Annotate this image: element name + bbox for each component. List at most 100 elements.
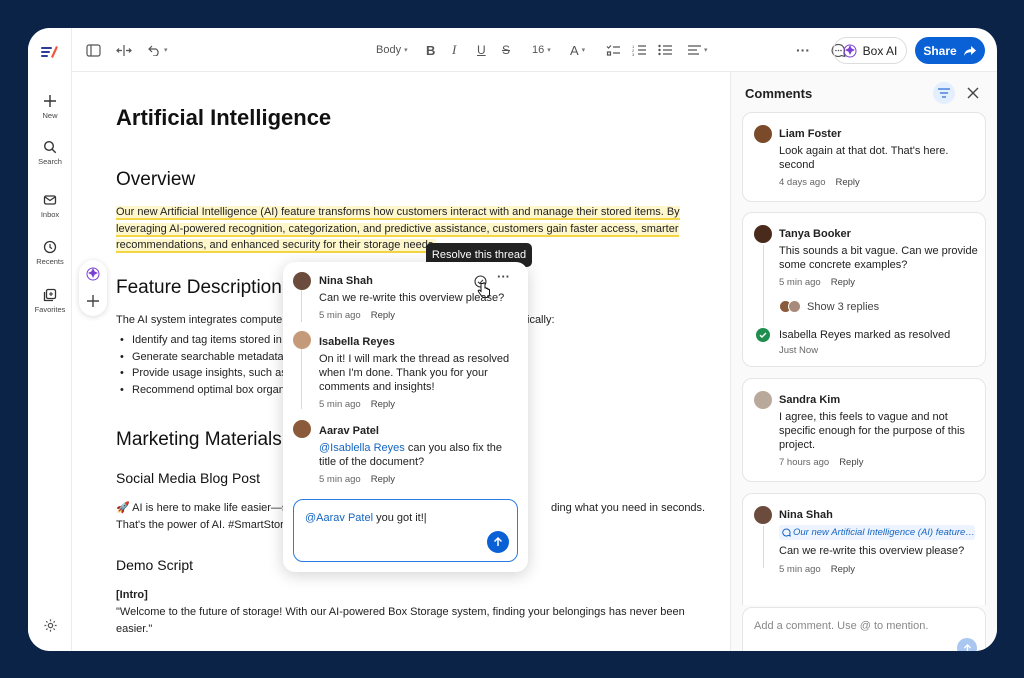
nav-search-label: Search [38,157,62,166]
feature-list: Identify and tag items stored in Generat… [116,332,284,398]
send-comment-button[interactable] [957,638,977,651]
draft-text: you got it!| [373,512,427,524]
undo-button[interactable]: ▾ [148,40,168,60]
comment-text: Look again at that dot. That's here. sec… [779,145,949,171]
reply-input[interactable]: @Aarav Patel you got it!| [293,499,518,562]
reply-link[interactable]: Reply [371,474,395,485]
resolved-check-icon [756,328,770,342]
blog-text-start: 🚀 AI is here to make life easier—sm [116,502,297,514]
more-icon: ··· [497,268,510,284]
align-left-icon [688,44,701,55]
close-icon[interactable] [964,84,982,102]
comment-meta: 7 hours ago Reply [779,457,863,468]
box-ai-button[interactable]: Box AI [833,37,907,64]
comment-author: Nina Shah [779,509,833,521]
comment-text: Can we re-write this overview please? [319,292,505,304]
bullet-list-button[interactable] [658,40,672,60]
editor-toolbar: ▾ Body ▾ B I U S 16 ▾ A ▾ 123 ▾ ··· Box … [72,28,997,72]
plus-icon [44,95,56,107]
comment-time: 5 min ago [319,474,361,485]
more-icon: ··· [796,42,810,58]
chevron-down-icon: ▾ [164,47,168,54]
thread-more-button[interactable]: ··· [497,266,510,286]
more-options-button[interactable]: ··· [796,40,810,60]
box-logo-icon[interactable] [40,42,60,62]
text-color-icon: A [570,42,579,58]
reply-link[interactable]: Reply [831,277,855,288]
nav-new[interactable]: New [28,94,72,120]
thread-connector [301,290,302,322]
demo-heading: Demo Script [116,557,194,573]
comment-thread-popup: Nina Shah ··· Can we re-write this overv… [283,262,528,572]
send-reply-button[interactable] [487,531,509,553]
reply-avatars [779,300,801,313]
intro-label: [Intro] [116,589,148,601]
checklist-icon [606,45,620,56]
numbered-list-button[interactable]: 123 [632,40,646,60]
reply-link[interactable]: Reply [835,177,859,188]
document-title[interactable]: Artificial Intelligence [116,105,331,131]
comment-time: 5 min ago [779,277,821,288]
reply-link[interactable]: Reply [831,564,855,575]
arrow-up-icon [493,537,503,546]
comment-meta: 5 min ago Reply [779,277,855,288]
highlighted-text[interactable]: Our new Artificial Intelligence (AI) fea… [116,206,680,253]
text-style-select[interactable]: Body ▾ [376,40,408,60]
nav-recents[interactable]: Recents [28,240,72,266]
align-button[interactable]: ▾ [688,40,708,60]
italic-icon: I [452,42,457,57]
share-button[interactable]: Share [915,37,985,64]
comment-author: Nina Shah [319,275,373,287]
filter-button[interactable] [933,82,955,104]
box-ai-label: Box AI [862,43,898,58]
comment-card[interactable]: Tanya Booker This sounds a bit vague. Ca… [742,212,986,367]
undo-icon [148,45,159,56]
comment-author: Liam Foster [779,128,842,140]
box-ai-icon [843,44,857,57]
resolved-time: Just Now [779,345,819,356]
comment-meta: 5 min ago Reply [319,399,395,410]
reply-link[interactable]: Reply [371,399,395,410]
inline-tools [79,260,107,316]
reply-link[interactable]: Reply [839,457,863,468]
list-item: Provide usage insights, such as t [116,365,284,382]
show-replies-button[interactable]: Show 3 replies [779,300,879,313]
thread-connector [763,526,764,568]
nav-settings[interactable] [28,618,72,636]
nav-inbox[interactable]: Inbox [28,193,72,219]
blog-text-end: ding what you need in seconds. [551,502,706,514]
feature-intro-end: ically: [527,314,555,326]
add-comment-input[interactable]: Add a comment. Use @ to mention. [742,607,986,651]
avatar [788,300,801,313]
box-ai-icon[interactable] [86,267,100,281]
comment-card[interactable]: Sandra Kim I agree, this feels to vague … [742,378,986,482]
nav-favorites-label: Favorites [34,305,66,314]
intro-quote: "Welcome to the future of storage! With … [116,606,685,635]
nav-search[interactable]: Search [28,140,72,166]
chevron-down-icon: ▾ [404,47,408,54]
strikethrough-icon: S [502,43,511,57]
checklist-button[interactable] [606,40,620,60]
nav-favorites[interactable]: Favorites [28,288,72,314]
comment-meta: 5 min ago Reply [319,474,395,485]
toggle-sidebar-button[interactable] [86,40,101,60]
avatar [754,506,772,524]
comment-card[interactable]: Nina Shah Our new Artificial Intelligenc… [742,493,986,605]
overview-paragraph[interactable]: Our new Artificial Intelligence (AI) fea… [116,204,686,254]
arrow-up-icon [963,643,971,651]
strikethrough-button[interactable]: S [502,40,510,60]
reply-link[interactable]: Reply [371,310,395,321]
avatar [293,272,311,290]
quoted-text[interactable]: Our new Artificial Intelligence (AI) fea… [779,525,975,540]
comment-card[interactable]: Liam Foster Look again at that dot. That… [742,112,986,202]
font-size-select[interactable]: 16 ▾ [532,40,551,60]
plus-icon[interactable] [87,295,99,307]
italic-button[interactable]: I [452,40,456,60]
blog-text-line2: That's the power of AI. #SmartStor [116,519,284,531]
bold-button[interactable]: B [426,40,435,60]
resolved-status: Isabella Reyes marked as resolved [779,328,984,342]
text-color-button[interactable]: A ▾ [570,40,585,60]
mention[interactable]: @Isablella Reyes [319,442,405,454]
page-width-button[interactable] [116,40,132,60]
underline-button[interactable]: U [477,40,486,60]
